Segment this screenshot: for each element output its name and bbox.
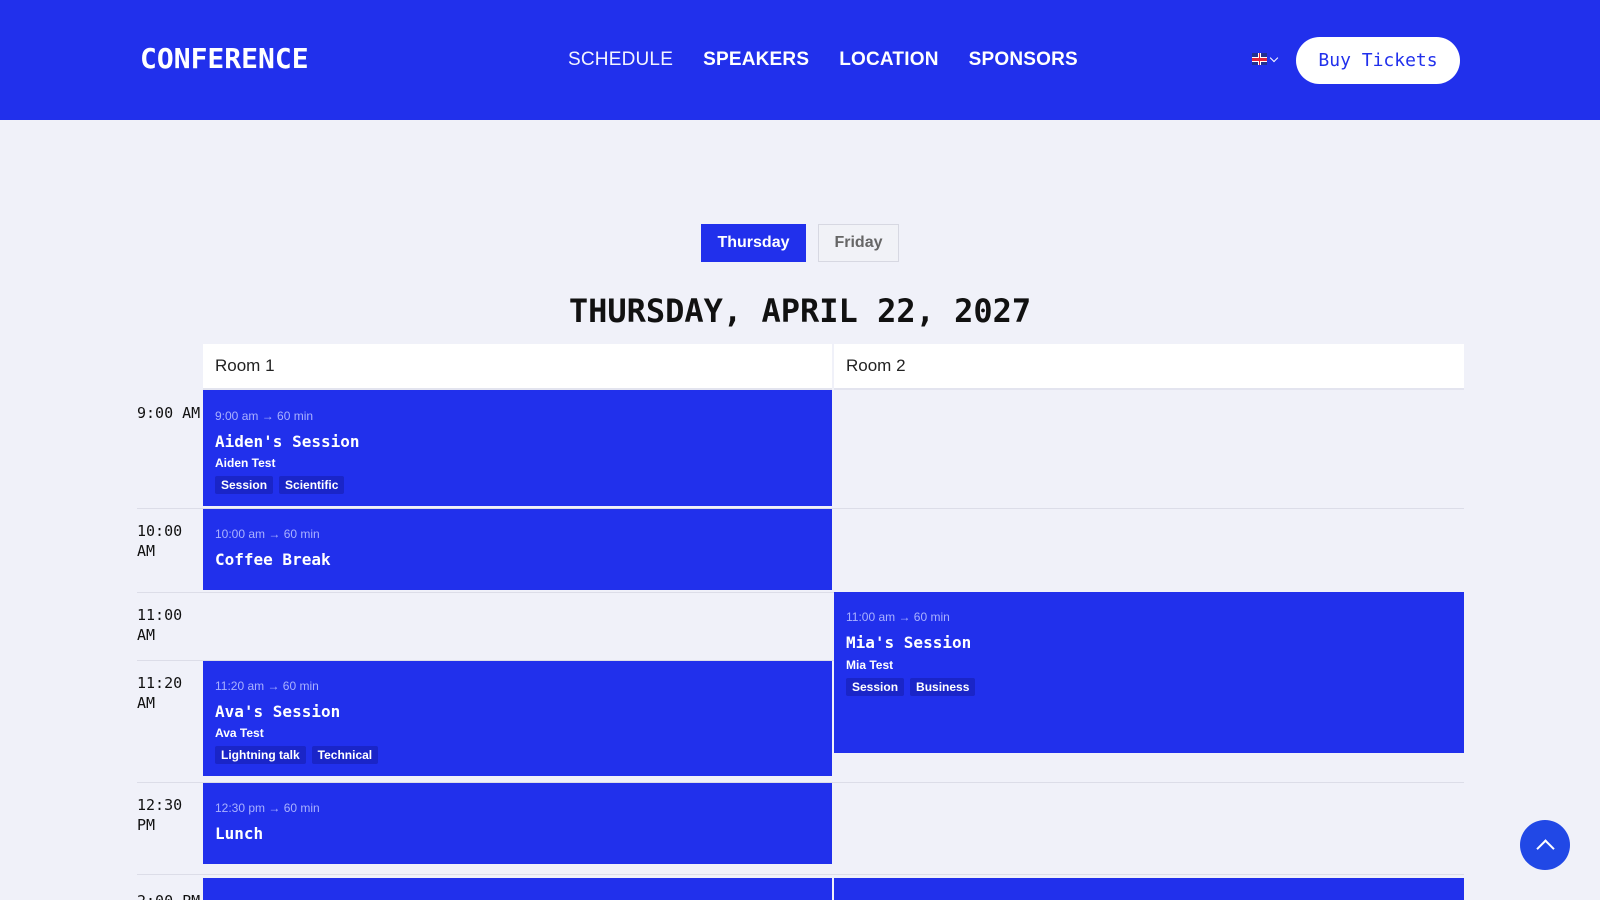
- tag-badge: Business: [910, 678, 976, 696]
- tag-badge: Scientific: [279, 476, 345, 494]
- session-title: Mia's Session: [846, 633, 972, 652]
- buy-tickets-button[interactable]: Buy Tickets: [1296, 37, 1460, 84]
- language-selector[interactable]: [1252, 53, 1279, 65]
- session-time: 11:20 am → 60 min: [215, 679, 319, 693]
- time-label: 12:30 PM: [137, 796, 183, 834]
- room-header-2: Room 2: [834, 344, 1464, 390]
- room-header-1: Room 1: [203, 344, 832, 390]
- tab-thursday[interactable]: Thursday: [701, 224, 806, 262]
- session-speaker: Ava Test: [215, 726, 264, 740]
- time-label: 9:00 AM: [137, 404, 201, 422]
- session-tags: Lightning talk Technical: [215, 746, 379, 764]
- session-card[interactable]: 10:00 am → 60 min Coffee Break: [203, 509, 832, 590]
- session-tags: Session Scientific: [215, 476, 345, 494]
- site-logo[interactable]: CONFERENCE: [140, 42, 309, 75]
- nav-speakers[interactable]: SPEAKERS: [703, 49, 809, 71]
- nav-location[interactable]: LOCATION: [839, 49, 938, 71]
- nav-sponsors[interactable]: SPONSORS: [969, 49, 1078, 71]
- tag-badge: Session: [846, 678, 905, 696]
- main-nav: SCHEDULE SPEAKERS LOCATION SPONSORS: [568, 49, 1078, 71]
- chevron-down-icon: [1270, 55, 1279, 64]
- session-speaker: Mia Test: [846, 658, 894, 672]
- page-title: THURSDAY, APRIL 22, 2027: [568, 292, 1032, 330]
- session-tags: Session Business: [846, 678, 976, 696]
- session-time: 9:00 am → 60 min: [215, 409, 314, 423]
- tag-badge: Session: [215, 476, 274, 494]
- tag-badge: Technical: [311, 746, 379, 764]
- session-title: Coffee Break: [215, 550, 331, 569]
- session-card[interactable]: 12:30 pm → 60 min Lunch: [203, 783, 832, 864]
- row-divider: [137, 874, 1464, 875]
- session-speaker: Aiden Test: [215, 456, 276, 470]
- time-label: 2:00 PM: [137, 891, 203, 900]
- site-header: CONFERENCE SCHEDULE SPEAKERS LOCATION SP…: [0, 0, 1600, 120]
- time-label: 11:00 AM: [137, 606, 183, 644]
- session-title: Ava's Session: [215, 702, 341, 721]
- session-time: 12:30 pm → 60 min: [215, 801, 320, 815]
- session-card[interactable]: 11:00 am → 60 min Mia's Session Mia Test…: [834, 592, 1464, 753]
- session-card[interactable]: 9:00 am → 60 min Aiden's Session Aiden T…: [203, 390, 832, 506]
- session-time: 10:00 am → 60 min: [215, 527, 320, 541]
- time-label: 11:20 AM: [137, 674, 183, 712]
- uk-flag-icon: [1252, 53, 1267, 65]
- session-card[interactable]: 11:20 am → 60 min Ava's Session Ava Test…: [203, 661, 832, 776]
- scroll-to-top-button[interactable]: [1520, 820, 1570, 870]
- tag-badge: Lightning talk: [215, 746, 306, 764]
- session-card[interactable]: [203, 878, 832, 900]
- session-card[interactable]: [834, 878, 1464, 900]
- chevron-up-icon: [1535, 838, 1555, 858]
- nav-schedule[interactable]: SCHEDULE: [568, 49, 673, 71]
- tab-friday[interactable]: Friday: [818, 224, 899, 262]
- session-time: 11:00 am → 60 min: [846, 610, 950, 624]
- session-title: Lunch: [215, 824, 264, 843]
- session-title: Aiden's Session: [215, 432, 360, 451]
- time-label: 10:00 AM: [137, 522, 183, 560]
